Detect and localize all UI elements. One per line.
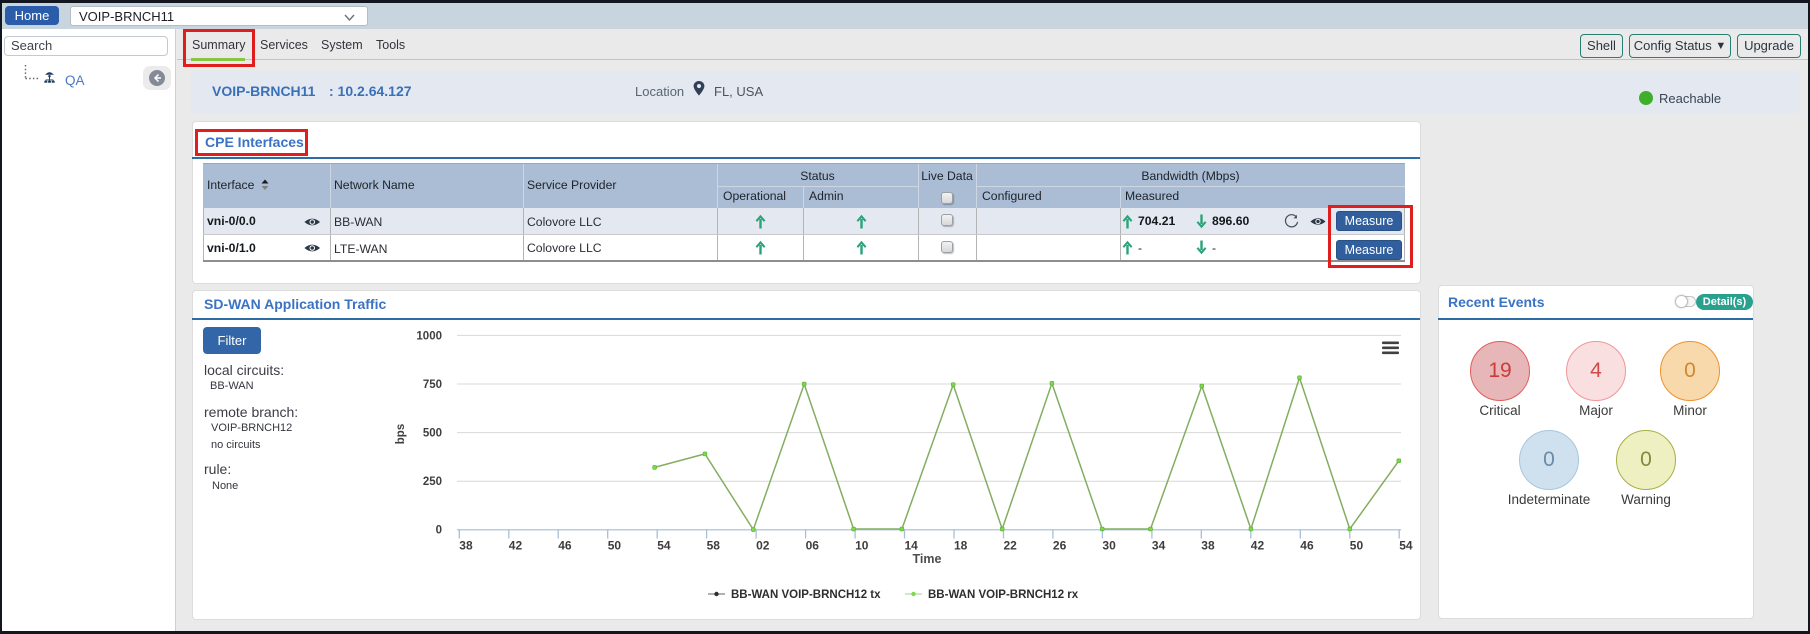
svg-text:500: 500	[423, 428, 442, 440]
svg-text:50: 50	[1350, 539, 1364, 553]
svg-text:750: 750	[423, 379, 442, 391]
svg-text:1000: 1000	[416, 330, 442, 342]
svg-text:Time: Time	[913, 552, 942, 566]
svg-text:BB-WAN VOIP-BRNCH12 tx: BB-WAN VOIP-BRNCH12 tx	[731, 589, 881, 601]
svg-text:02: 02	[756, 539, 770, 553]
svg-text:42: 42	[509, 539, 523, 553]
svg-text:250: 250	[423, 476, 442, 488]
svg-text:38: 38	[1201, 539, 1215, 553]
svg-text:0: 0	[436, 525, 442, 537]
svg-text:26: 26	[1053, 539, 1067, 553]
svg-text:58: 58	[707, 539, 721, 553]
svg-text:34: 34	[1152, 539, 1166, 553]
svg-text:bps: bps	[395, 424, 407, 444]
svg-text:38: 38	[459, 539, 473, 553]
svg-text:46: 46	[1300, 539, 1314, 553]
svg-text:30: 30	[1102, 539, 1116, 553]
svg-text:BB-WAN VOIP-BRNCH12 rx: BB-WAN VOIP-BRNCH12 rx	[928, 589, 1079, 601]
svg-text:42: 42	[1251, 539, 1265, 553]
svg-text:50: 50	[608, 539, 622, 553]
svg-text:14: 14	[905, 539, 919, 553]
svg-text:10: 10	[855, 539, 869, 553]
svg-text:18: 18	[954, 539, 968, 553]
svg-text:22: 22	[1004, 539, 1018, 553]
svg-text:06: 06	[806, 539, 820, 553]
svg-text:54: 54	[1399, 539, 1413, 553]
svg-text:54: 54	[657, 539, 671, 553]
svg-text:46: 46	[558, 539, 572, 553]
